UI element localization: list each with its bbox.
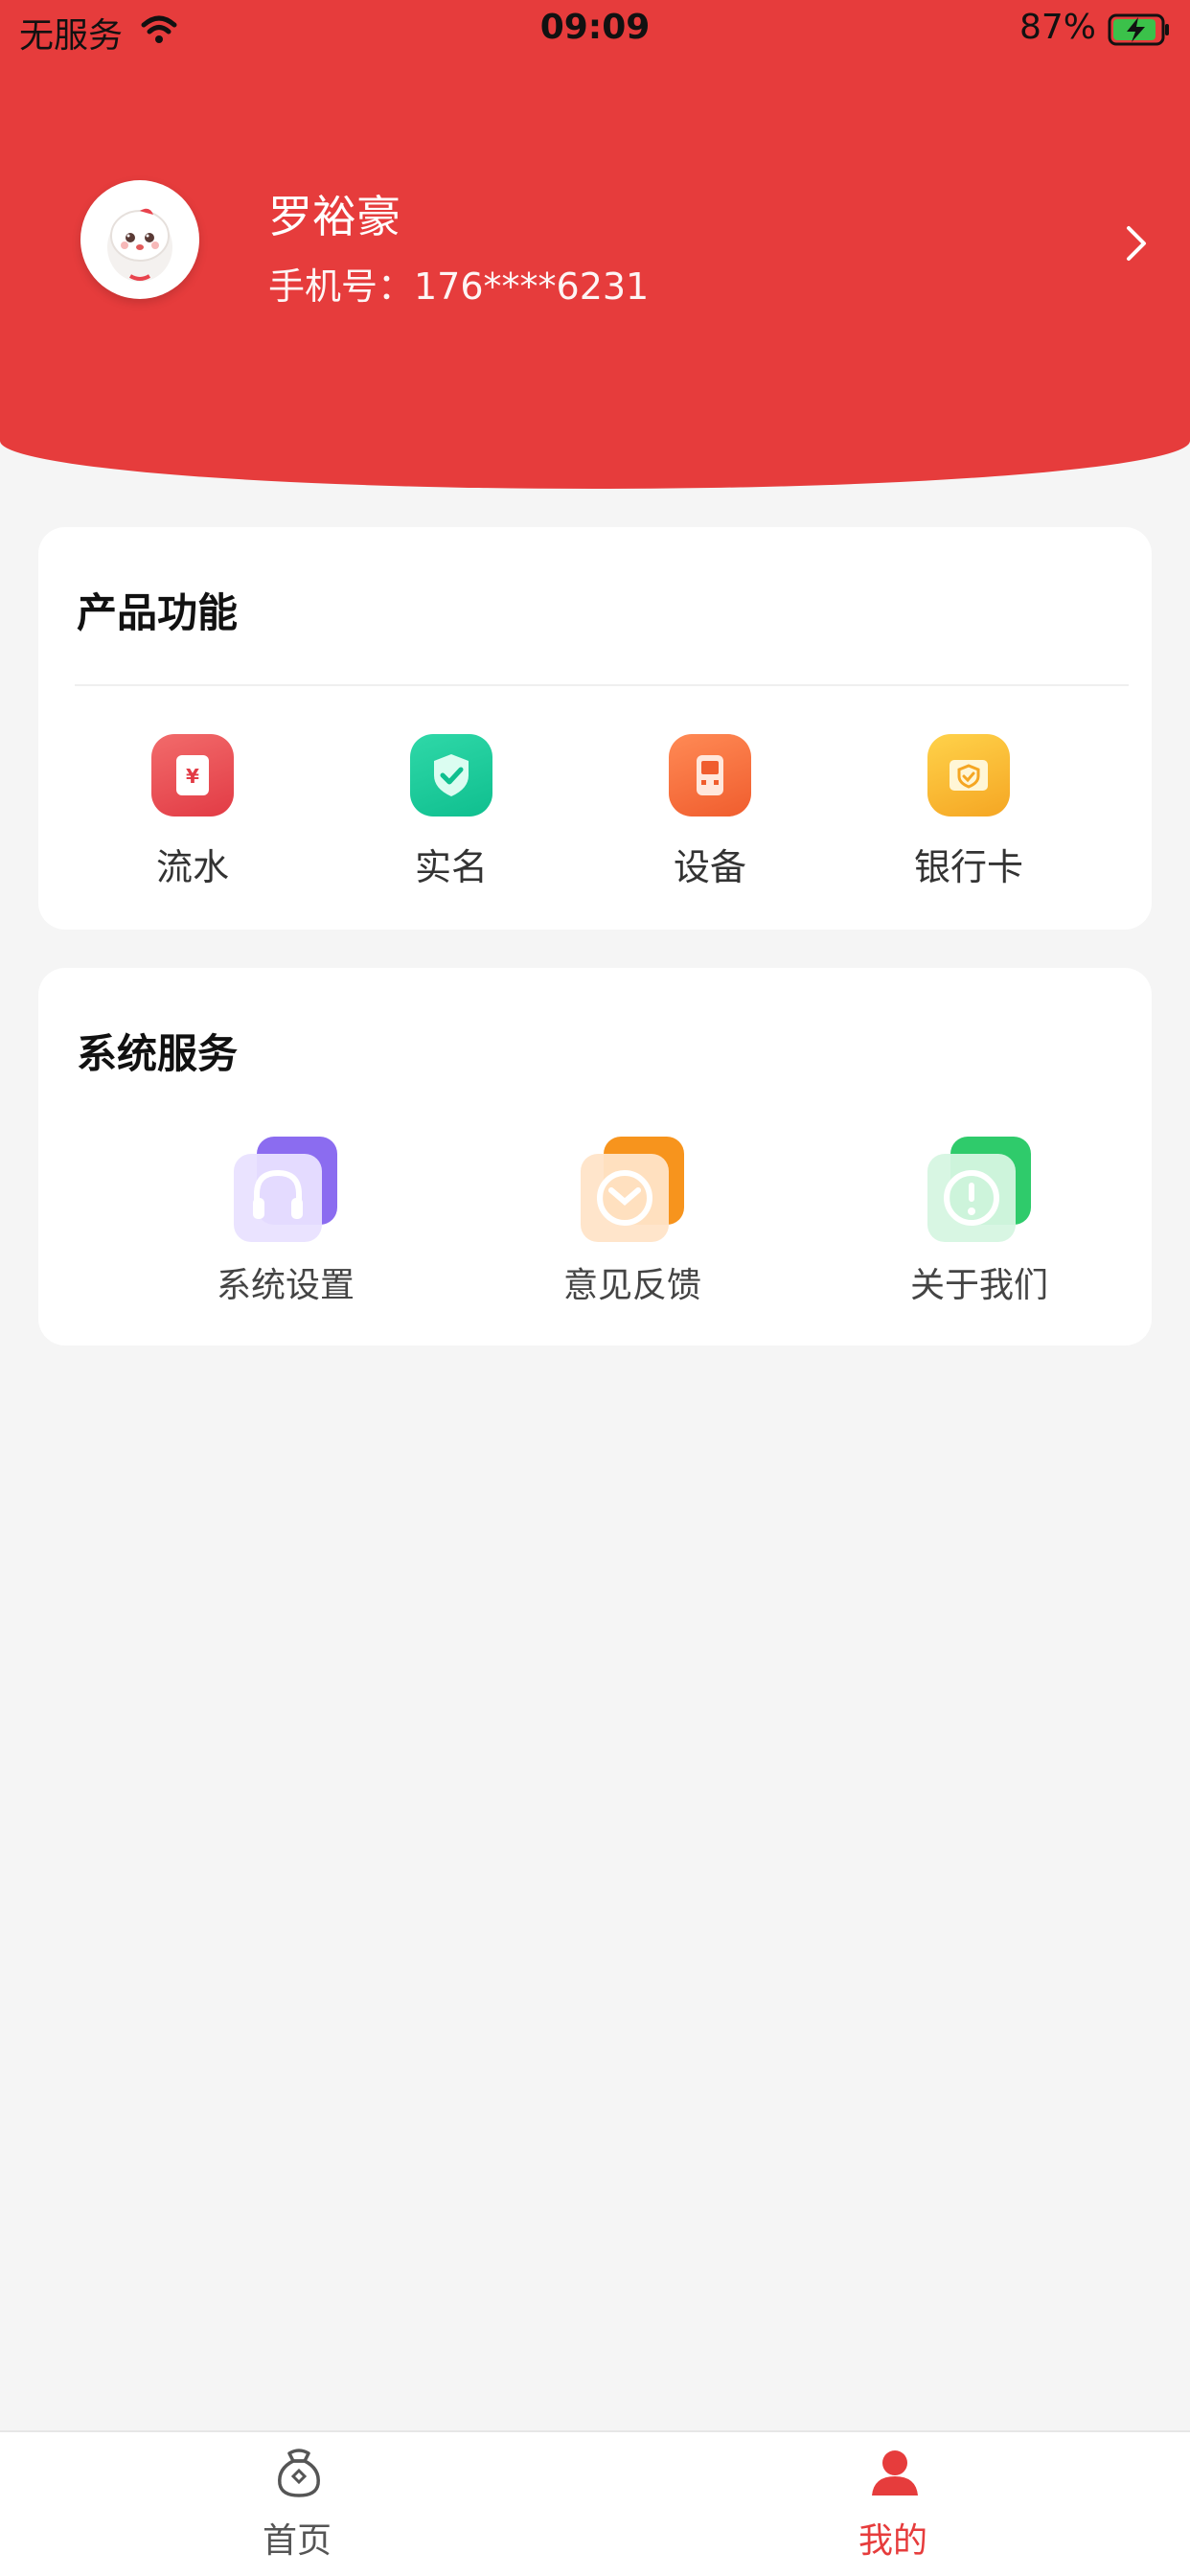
status-bar: 无服务 09:09 87% xyxy=(0,0,1190,61)
service-label: 意见反馈 xyxy=(562,1266,701,1305)
service-item-about[interactable]: 关于我们 xyxy=(835,1121,1123,1313)
money-bag-icon xyxy=(278,2449,320,2497)
device-icon xyxy=(669,734,751,816)
product-grid: ¥ 流水 实名 设备 银行卡 xyxy=(38,734,1152,897)
section-title: 产品功能 xyxy=(77,589,239,636)
headset-icon xyxy=(234,1137,337,1242)
mail-icon xyxy=(581,1137,684,1242)
service-label: 关于我们 xyxy=(909,1266,1048,1305)
info-icon xyxy=(927,1137,1031,1242)
ledger-icon: ¥ xyxy=(151,734,234,816)
product-label: 实名 xyxy=(414,846,488,888)
product-label: 设备 xyxy=(673,846,746,888)
service-item-feedback[interactable]: 意见反馈 xyxy=(489,1121,776,1313)
user-phone: 手机号：176****6231 xyxy=(268,265,650,308)
product-functions-card: 产品功能 ¥ 流水 实名 设备 银行卡 xyxy=(38,527,1152,930)
app-screen: 无服务 09:09 87% 罗裕豪 手机号：176****6231 产品功能 ¥… xyxy=(0,0,1190,2576)
bottom-tab-bar: 首页 我的 xyxy=(0,2430,1190,2576)
battery-charging-icon xyxy=(1108,13,1169,46)
user-icon xyxy=(872,2450,918,2496)
tab-label: 首页 xyxy=(262,2521,332,2561)
profile-header: 无服务 09:09 87% 罗裕豪 手机号：176****6231 xyxy=(0,0,1190,489)
avatar[interactable] xyxy=(80,180,199,299)
divider xyxy=(75,684,1129,686)
battery-percent: 87% xyxy=(1018,8,1096,47)
product-item-device[interactable]: 设备 xyxy=(594,734,853,897)
section-title: 系统服务 xyxy=(77,1030,239,1077)
tab-label: 我的 xyxy=(858,2521,927,2561)
product-label: 流水 xyxy=(155,846,229,888)
tab-me[interactable]: 我的 xyxy=(749,2432,1037,2576)
shield-check-icon xyxy=(410,734,492,816)
bank-card-icon xyxy=(927,734,1010,816)
service-label: 系统设置 xyxy=(216,1266,355,1305)
product-label: 银行卡 xyxy=(913,846,1023,888)
svg-text:¥: ¥ xyxy=(186,765,199,788)
service-item-settings[interactable]: 系统设置 xyxy=(142,1121,429,1313)
service-grid: 系统设置 意见反馈 关于我们 xyxy=(38,1121,1152,1313)
tab-home[interactable]: 首页 xyxy=(153,2432,441,2576)
product-item-bank-card[interactable]: 银行卡 xyxy=(853,734,1111,897)
product-item-ledger[interactable]: ¥ 流水 xyxy=(77,734,335,897)
chevron-right-icon[interactable] xyxy=(1125,224,1148,263)
user-name[interactable]: 罗裕豪 xyxy=(268,182,400,245)
system-services-card: 系统服务 系统设置 意见反馈 关于我们 xyxy=(38,968,1152,1346)
clock: 09:09 xyxy=(539,8,651,47)
product-item-real-name[interactable]: 实名 xyxy=(335,734,594,897)
mascot-avatar-icon xyxy=(107,208,172,282)
